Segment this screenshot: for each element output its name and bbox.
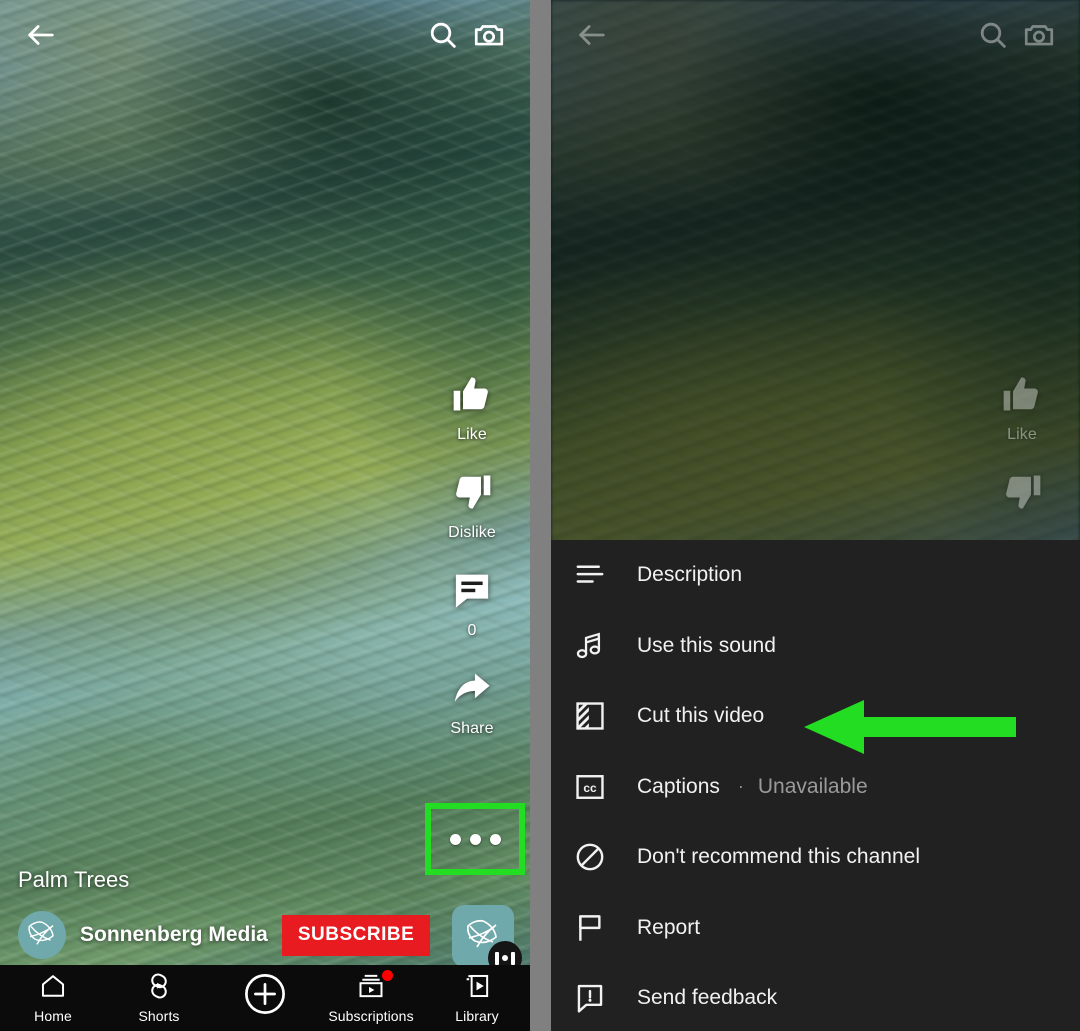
menu-item-captions[interactable]: cc Captions · Unavailable (551, 752, 1080, 823)
nav-item-subscriptions[interactable]: Subscriptions (318, 970, 424, 1024)
closed-captions-icon: cc (573, 770, 619, 804)
camera-icon[interactable] (466, 12, 512, 58)
flag-icon (573, 911, 619, 945)
menu-label-description: Description (637, 563, 743, 587)
thumbs-up-icon (1000, 372, 1044, 421)
action-rail: Like Dislike 0 Share (420, 372, 524, 764)
menu-label-use-this-sound: Use this sound (637, 633, 776, 657)
dislike-label: Dislike (448, 524, 496, 541)
subscriptions-icon (357, 972, 385, 1005)
search-icon[interactable] (970, 12, 1016, 58)
shorts-icon (145, 972, 173, 1005)
like-button[interactable]: Like (450, 372, 494, 444)
search-icon[interactable] (420, 12, 466, 58)
svg-text:cc: cc (583, 781, 597, 795)
nav-label-subscriptions: Subscriptions (328, 1008, 414, 1024)
menu-item-description[interactable]: Description (551, 540, 1080, 611)
menu-item-use-this-sound[interactable]: Use this sound (551, 611, 1080, 682)
menu-label-captions: Captions (637, 774, 720, 798)
captions-value: Unavailable (757, 774, 868, 798)
dislike-button[interactable] (1000, 470, 1044, 519)
nav-item-shorts[interactable]: Shorts (106, 972, 212, 1024)
comment-icon (450, 568, 494, 617)
nav-item-library[interactable]: Library (424, 972, 530, 1024)
menu-item-report[interactable]: Report (551, 893, 1080, 964)
menu-label-report: Report (637, 915, 701, 939)
share-button[interactable]: Share (450, 666, 494, 738)
channel-row: Sonnenberg Media SUBSCRIBE (18, 911, 431, 959)
menu-label-dont-recommend: Don't recommend this channel (637, 845, 920, 869)
description-lines-icon (573, 558, 619, 592)
block-circle-icon (573, 840, 619, 874)
music-note-icon (573, 629, 619, 663)
comment-button[interactable]: 0 (450, 568, 494, 640)
menu-item-cut-this-video[interactable]: Cut this video (551, 681, 1080, 752)
subscribe-button[interactable]: SUBSCRIBE (281, 914, 431, 956)
thumbs-down-icon (1000, 470, 1044, 519)
thumbs-up-icon (450, 372, 494, 421)
more-options-button[interactable] (425, 803, 525, 875)
cut-video-icon (573, 699, 619, 733)
comment-count: 0 (467, 622, 477, 639)
menu-item-dont-recommend[interactable]: Don't recommend this channel (551, 822, 1080, 893)
camera-icon[interactable] (1016, 12, 1062, 58)
plus-circle-icon (241, 970, 289, 1023)
nav-item-home[interactable]: Home (0, 972, 106, 1024)
nav-label-shorts: Shorts (138, 1008, 180, 1024)
channel-name[interactable]: Sonnenberg Media (80, 923, 268, 947)
back-arrow-icon[interactable] (18, 12, 64, 58)
top-app-bar (0, 0, 530, 70)
options-sheet-panel: Like Description Use this sound Cut this… (551, 0, 1080, 1031)
sound-disc-button[interactable] (452, 905, 522, 975)
feedback-alert-icon (573, 981, 619, 1015)
action-rail-dimmed: Like (970, 372, 1074, 545)
top-app-bar-dimmed (551, 0, 1080, 70)
thumbs-down-icon (450, 470, 494, 519)
like-button[interactable]: Like (1000, 372, 1044, 444)
share-label: Share (450, 720, 494, 737)
options-bottom-sheet: Description Use this sound Cut this vide… (551, 540, 1080, 1031)
like-label: Like (457, 426, 487, 443)
library-icon (463, 972, 491, 1005)
menu-label-cut-this-video: Cut this video (637, 704, 765, 728)
nav-item-create[interactable] (212, 970, 318, 1026)
back-arrow-icon[interactable] (569, 12, 615, 58)
bottom-navigation-bar: Home Shorts Subscriptions Library (0, 965, 530, 1031)
dislike-button[interactable]: Dislike (448, 470, 496, 542)
like-label: Like (1007, 426, 1037, 443)
captions-separator: · (737, 776, 744, 797)
subscriptions-badge (382, 970, 393, 981)
nav-label-home: Home (34, 1008, 72, 1024)
avatar[interactable] (18, 911, 66, 959)
nav-label-library: Library (455, 1008, 499, 1024)
panel-divider (530, 0, 551, 1031)
screenshot-root: Like Dislike 0 Share Palm Trees Sonnenbe… (0, 0, 1080, 1031)
video-title: Palm Trees (18, 867, 130, 892)
menu-label-send-feedback: Send feedback (637, 986, 778, 1010)
share-arrow-icon (450, 666, 494, 715)
more-horizontal-icon (449, 833, 501, 845)
shorts-player-panel: Like Dislike 0 Share Palm Trees Sonnenbe… (0, 0, 530, 1031)
menu-item-send-feedback[interactable]: Send feedback (551, 963, 1080, 1031)
home-icon (39, 972, 67, 1005)
